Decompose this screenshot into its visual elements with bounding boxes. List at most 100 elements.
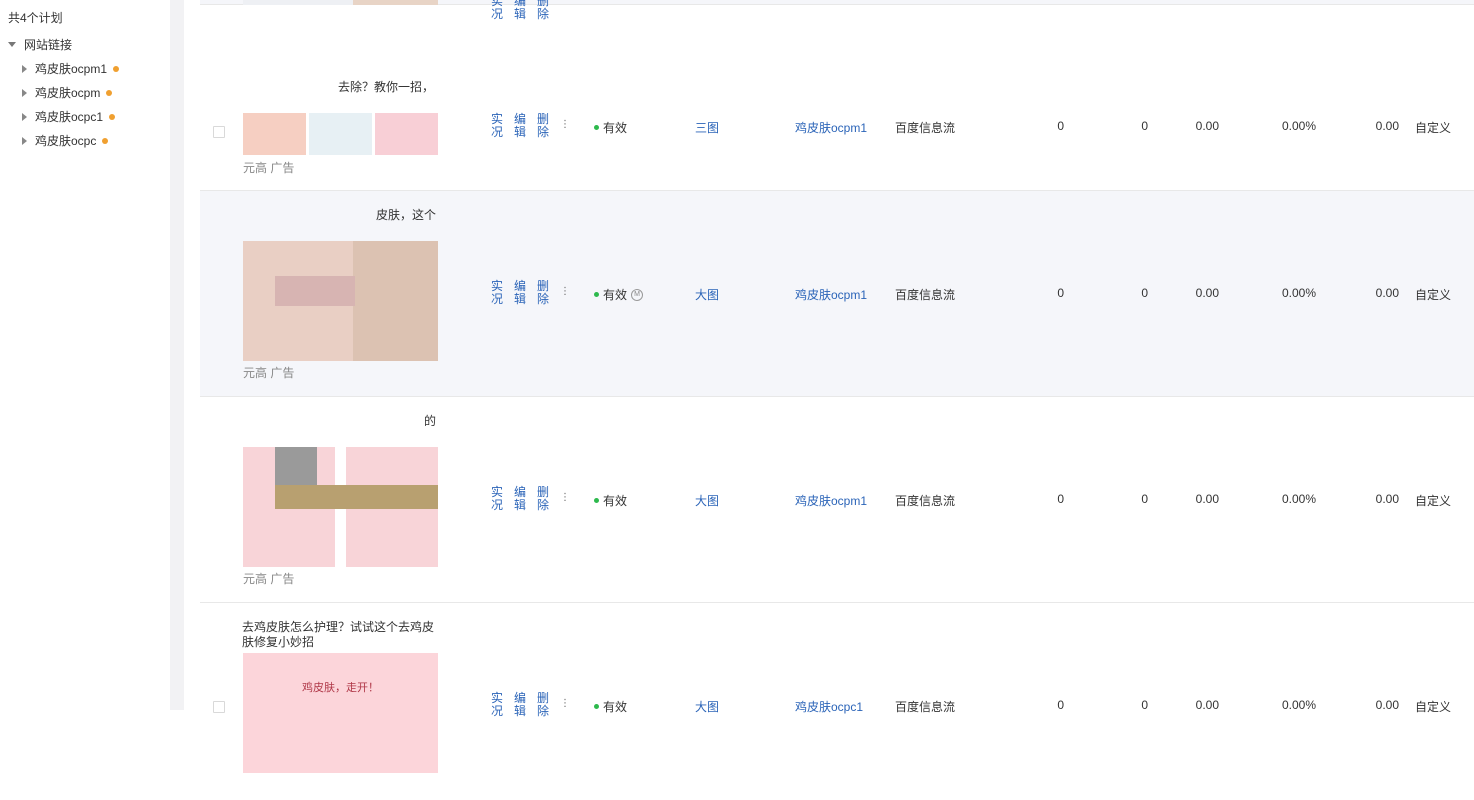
creative-thumbnail[interactable] <box>243 0 438 5</box>
tree-item-label: 鸡皮肤ocpm1 <box>35 62 108 76</box>
more-icon[interactable]: ⋮ <box>560 698 570 709</box>
metric-2: 0 <box>1141 698 1148 712</box>
creative-thumbnail[interactable] <box>243 447 438 567</box>
tree-item-plan-3[interactable]: 鸡皮肤ocpc1 <box>22 108 116 125</box>
tree-item-plan-1[interactable]: 鸡皮肤ocpm1 <box>22 60 120 77</box>
creative-source: 元高 广告 <box>243 572 295 586</box>
tree-item-plan-2[interactable]: 鸡皮肤ocpm <box>22 84 113 101</box>
metric-3: 0.00 <box>1195 119 1219 133</box>
plan-count: 共4个计划 <box>8 11 63 25</box>
channel-name: 百度信息流 <box>895 494 956 508</box>
row-checkbox[interactable] <box>213 701 225 713</box>
table-row: 皮肤，这个 元高 广告 实况 编辑 删除 ⋮ 有效 M 大图 鸡皮肤ocpm1 … <box>200 191 1474 397</box>
creative-source: 元高 广告 <box>243 366 295 380</box>
row-checkbox[interactable] <box>213 126 225 138</box>
live-link[interactable]: 实况 <box>490 0 504 21</box>
caret-right-icon[interactable] <box>22 136 27 145</box>
plan-name[interactable]: 鸡皮肤ocpm1 <box>795 119 867 136</box>
metric-1: 0 <box>1057 119 1064 133</box>
metric-1: 0 <box>1057 492 1064 506</box>
status-dot-icon <box>594 125 599 130</box>
more-icon[interactable]: ⋮ <box>560 492 570 503</box>
metric-5: 0.00 <box>1375 119 1399 133</box>
status-text: 有效 <box>603 121 628 135</box>
table-row: 实况 编辑 删除 <box>200 0 1474 21</box>
live-link[interactable]: 实况 <box>490 113 504 139</box>
caret-right-icon[interactable] <box>22 88 27 97</box>
metric-3: 0.00 <box>1195 698 1219 712</box>
plan-name[interactable]: 鸡皮肤ocpm1 <box>795 492 867 509</box>
status-dot-icon <box>106 89 113 96</box>
status-text: 有效 <box>603 288 628 302</box>
plan-name[interactable]: 鸡皮肤ocpc1 <box>795 698 863 715</box>
caret-right-icon[interactable] <box>22 64 27 73</box>
delete-link[interactable]: 删除 <box>536 486 550 512</box>
metric-2: 0 <box>1141 492 1148 506</box>
tree-item-plan-4[interactable]: 鸡皮肤ocpc <box>22 132 109 149</box>
channel-name: 百度信息流 <box>895 700 956 714</box>
metric-4: 0.00% <box>1281 492 1316 506</box>
metric-2: 0 <box>1141 119 1148 133</box>
metric-2: 0 <box>1141 286 1148 300</box>
channel-name: 百度信息流 <box>895 121 956 135</box>
table-row: 的 元高 广告 实况 编辑 删除 ⋮ 有效 大图 鸡皮肤ocpm1 百度信息流 … <box>200 397 1474 603</box>
metric-4: 0.00% <box>1281 286 1316 300</box>
creative-title: 的 <box>424 414 437 428</box>
thumbnail-caption: 鸡皮肤，走开！ <box>302 682 379 694</box>
status-dot-icon <box>109 113 116 120</box>
creative-type[interactable]: 大图 <box>695 698 719 715</box>
creative-title: 去除？教你一招， <box>338 80 435 94</box>
status-cell: 有效 <box>594 492 627 509</box>
live-link[interactable]: 实况 <box>490 692 504 718</box>
bid-type: 自定义 <box>1415 288 1452 302</box>
creative-table: 实况 编辑 删除 去除？教你一招， 元高 广告 实况 编辑 删除 ⋮ 有效 三图… <box>200 0 1474 800</box>
edit-link[interactable]: 编辑 <box>513 486 527 512</box>
live-link[interactable]: 实况 <box>490 280 504 306</box>
metric-5: 0.00 <box>1375 286 1399 300</box>
status-text: 有效 <box>603 494 628 508</box>
bid-type: 自定义 <box>1415 494 1452 508</box>
delete-link[interactable]: 删除 <box>536 692 550 718</box>
creative-title: 皮肤，这个 <box>376 208 437 222</box>
metric-4: 0.00% <box>1281 698 1316 712</box>
delete-link[interactable]: 删除 <box>536 113 550 139</box>
caret-right-icon[interactable] <box>22 112 27 121</box>
plan-name[interactable]: 鸡皮肤ocpm1 <box>795 286 867 303</box>
creative-thumbnail[interactable]: 鸡皮肤，走开！ <box>243 653 438 773</box>
tree-root-label: 网站链接 <box>24 38 73 52</box>
delete-link[interactable]: 删除 <box>536 280 550 306</box>
creative-title: 去鸡皮肤怎么护理？试试这个去鸡皮肤修复小妙招 <box>242 620 435 649</box>
caret-down-icon[interactable] <box>8 42 16 47</box>
status-dot-icon <box>594 704 599 709</box>
live-link[interactable]: 实况 <box>490 486 504 512</box>
more-icon[interactable]: ⋮ <box>560 119 570 130</box>
edit-link[interactable]: 编辑 <box>513 0 527 21</box>
tree-item-label: 鸡皮肤ocpc <box>35 134 97 148</box>
edit-link[interactable]: 编辑 <box>513 113 527 139</box>
status-cell: 有效 <box>594 119 627 136</box>
tree-root-website-link[interactable]: 网站链接 <box>8 36 72 53</box>
creative-type[interactable]: 大图 <box>695 286 719 303</box>
delete-link[interactable]: 删除 <box>536 0 550 21</box>
creative-thumbnail[interactable] <box>243 113 438 155</box>
metric-1: 0 <box>1057 286 1064 300</box>
metric-5: 0.00 <box>1375 492 1399 506</box>
metric-1: 0 <box>1057 698 1064 712</box>
status-cell: 有效 M <box>594 286 644 303</box>
metric-4: 0.00% <box>1281 119 1316 133</box>
creative-thumbnail[interactable] <box>243 241 438 361</box>
edit-link[interactable]: 编辑 <box>513 692 527 718</box>
bid-type: 自定义 <box>1415 121 1452 135</box>
metric-3: 0.00 <box>1195 286 1219 300</box>
channel-name: 百度信息流 <box>895 288 956 302</box>
sidebar-divider <box>170 0 184 710</box>
status-dot-icon <box>594 498 599 503</box>
creative-type[interactable]: 三图 <box>695 119 719 136</box>
table-row: 去除？教你一招， 元高 广告 实况 编辑 删除 ⋮ 有效 三图 鸡皮肤ocpm1… <box>200 63 1474 191</box>
plan-tree-sidebar: 共4个计划 网站链接 鸡皮肤ocpm1 鸡皮肤ocpm 鸡皮肤ocpc1 鸡皮肤… <box>0 0 170 800</box>
creative-type[interactable]: 大图 <box>695 492 719 509</box>
m-badge-icon: M <box>631 288 644 301</box>
more-icon[interactable]: ⋮ <box>560 286 570 297</box>
tree-item-label: 鸡皮肤ocpc1 <box>35 110 104 124</box>
edit-link[interactable]: 编辑 <box>513 280 527 306</box>
